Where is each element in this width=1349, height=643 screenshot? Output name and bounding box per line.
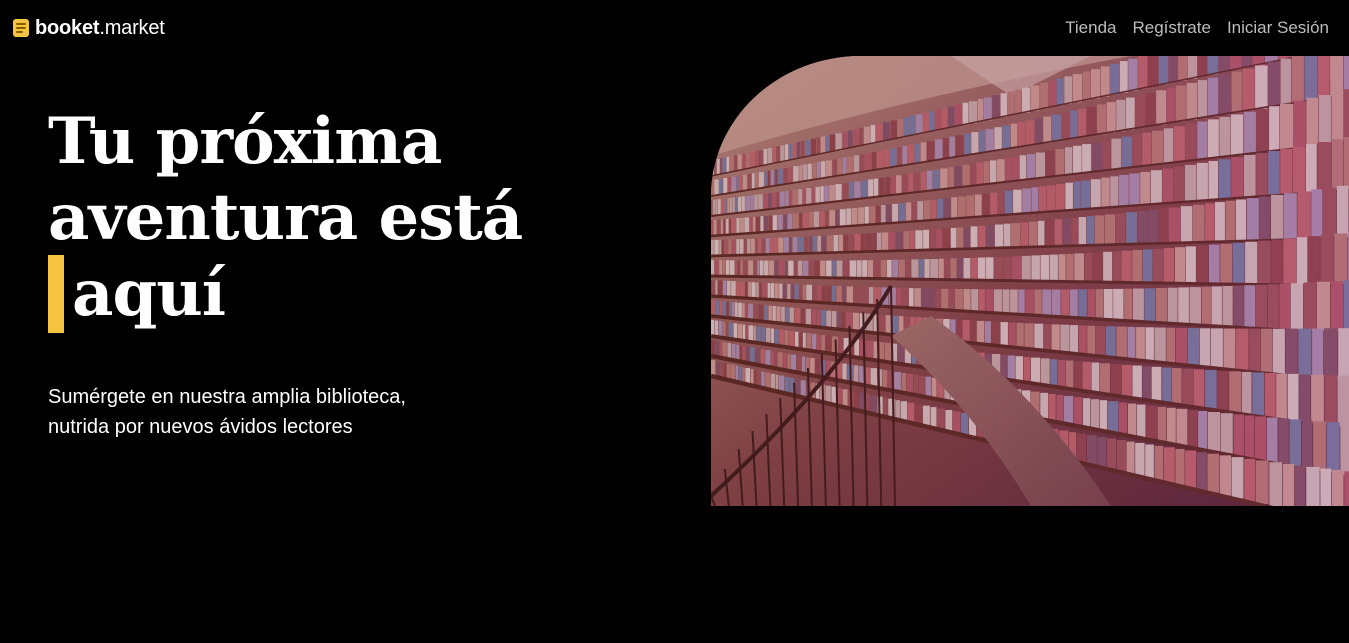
hero-title-line-3-text: aquí <box>72 256 226 331</box>
brand-logo[interactable]: booket.market <box>12 16 165 40</box>
nav-link-iniciar-sesion[interactable]: Iniciar Sesión <box>1227 18 1329 38</box>
library-illustration <box>711 56 1349 506</box>
site-header: booket.market Tienda Regístrate Iniciar … <box>0 0 1349 56</box>
hero-subtitle: Sumérgete en nuestra amplia biblioteca, … <box>48 382 508 442</box>
main-nav: Tienda Regístrate Iniciar Sesión <box>1065 18 1329 38</box>
brand-name-light: .market <box>99 17 165 39</box>
brand-name: booket.market <box>35 16 165 40</box>
hero-title-line-3: aquí <box>48 255 668 333</box>
hero-subtitle-line-2: nutrida por nuevos ávidos lectores <box>48 416 353 438</box>
image-tint-overlay <box>711 56 1349 506</box>
hero-title-line-1: Tu próxima <box>48 104 442 179</box>
library-bookshelves-image <box>711 56 1349 506</box>
book-icon <box>13 19 29 37</box>
nav-link-registrate[interactable]: Regístrate <box>1133 18 1211 38</box>
hero-title: Tu próxima aventura está aquí <box>48 104 668 333</box>
nav-link-tienda[interactable]: Tienda <box>1065 18 1116 38</box>
hero-subtitle-line-1: Sumérgete en nuestra amplia biblioteca, <box>48 386 406 408</box>
typing-cursor-bar <box>48 255 64 333</box>
brand-name-bold: booket <box>35 17 100 39</box>
hero-title-line-2: aventura está <box>48 180 523 255</box>
